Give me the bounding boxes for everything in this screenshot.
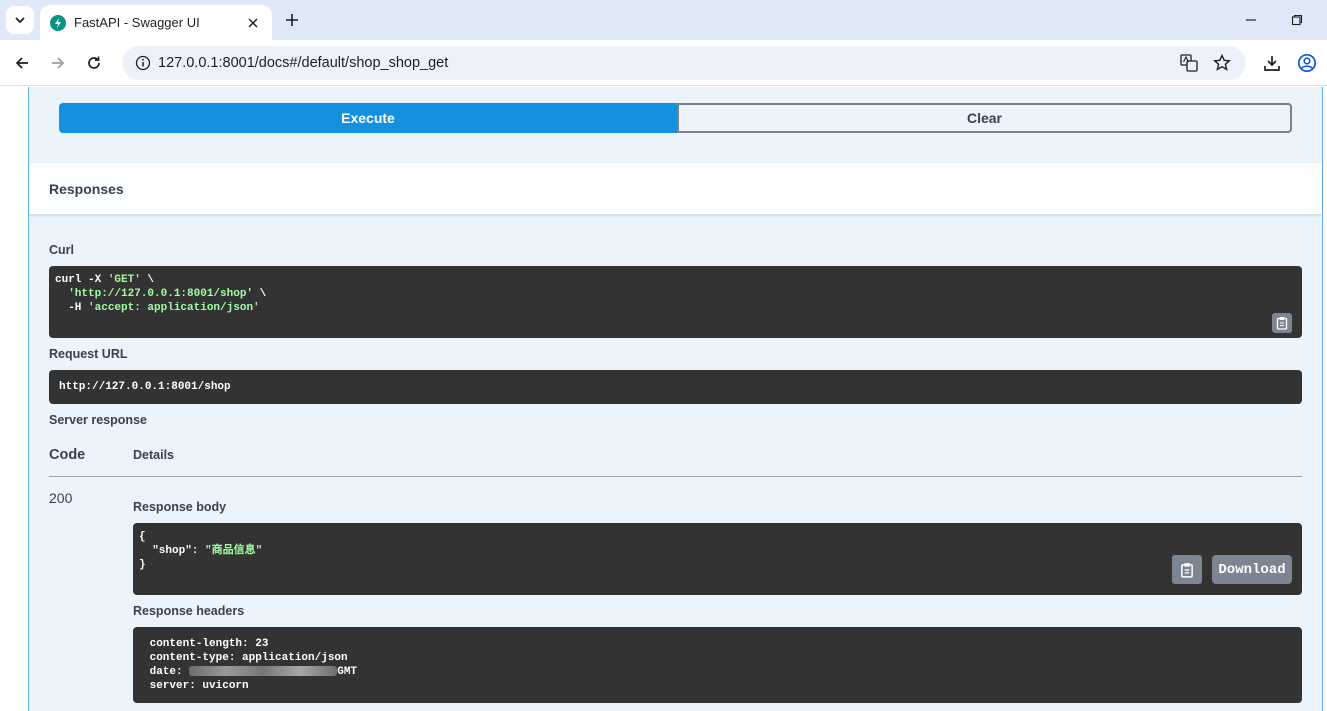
restore-icon[interactable] [1287, 10, 1307, 30]
browser-tab-bar: FastAPI - Swagger UI [0, 0, 1327, 40]
minimize-icon[interactable] [1241, 10, 1261, 30]
curl-code-block: curl -X 'GET' \ 'http://127.0.0.1:8001/s… [49, 266, 1302, 338]
forward-arrow-icon[interactable] [47, 52, 69, 74]
details-column-header: Details [133, 448, 174, 462]
request-url-block: http://127.0.0.1:8001/shop [49, 370, 1302, 404]
server-response-label: Server response [49, 413, 147, 427]
profile-avatar-icon[interactable] [1296, 52, 1318, 74]
status-code: 200 [49, 490, 73, 506]
copy-response-button[interactable] [1172, 555, 1202, 584]
response-headers-label: Response headers [133, 604, 245, 618]
browser-toolbar: 127.0.0.1:8001/docs#/default/shop_shop_g… [0, 40, 1327, 86]
address-url: 127.0.0.1:8001/docs#/default/shop_shop_g… [158, 55, 449, 71]
translate-icon[interactable] [1180, 54, 1198, 72]
curl-line: curl -X 'GET' \ [55, 274, 155, 286]
redacted-date [189, 666, 338, 677]
clipboard-icon [1181, 562, 1193, 578]
page-viewport: Execute Clear Responses Curl curl -X 'GE… [0, 87, 1327, 711]
reload-icon[interactable] [83, 52, 105, 74]
tab-title: FastAPI - Swagger UI [74, 15, 200, 30]
operation-block: Execute Clear Responses Curl curl -X 'GE… [28, 87, 1323, 711]
response-body-value: "商品信息" [205, 545, 263, 557]
code-column-header: Code [49, 447, 86, 463]
clear-button[interactable]: Clear [677, 103, 1292, 133]
download-icon[interactable] [1261, 52, 1283, 74]
tab-search-button[interactable] [6, 6, 34, 34]
browser-tab[interactable]: FastAPI - Swagger UI [40, 5, 272, 40]
response-body-block: { "shop": "商品信息" } Download [133, 523, 1302, 595]
new-tab-icon[interactable] [282, 10, 302, 30]
curl-line: -H 'accept: application/json' [55, 302, 260, 314]
header-server: server: uvicorn [143, 680, 249, 692]
clipboard-icon [1276, 317, 1288, 330]
response-headers-block: content-length: 23 content-type: applica… [133, 627, 1302, 703]
responses-title: Responses [49, 181, 124, 197]
execute-button[interactable]: Execute [59, 103, 677, 133]
chevron-down-icon [15, 17, 25, 24]
address-bar[interactable]: 127.0.0.1:8001/docs#/default/shop_shop_g… [122, 46, 1246, 80]
table-divider [49, 476, 1302, 477]
header-date: date: GMT [143, 666, 358, 678]
header-content-type: content-type: application/json [143, 652, 348, 664]
curl-line: 'http://127.0.0.1:8001/shop' \ [68, 288, 267, 300]
copy-curl-button[interactable] [1272, 313, 1292, 333]
response-body-label: Response body [133, 500, 227, 514]
request-url-value: http://127.0.0.1:8001/shop [59, 381, 231, 393]
download-button[interactable]: Download [1212, 555, 1292, 584]
responses-header: Responses [29, 163, 1322, 215]
request-url-label: Request URL [49, 347, 128, 361]
tab-close-icon[interactable] [244, 14, 262, 32]
curl-label: Curl [49, 243, 74, 257]
header-content-length: content-length: 23 [143, 638, 269, 650]
site-info-icon[interactable] [134, 54, 152, 72]
fastapi-favicon-icon [50, 14, 66, 31]
bookmark-star-icon[interactable] [1213, 54, 1231, 72]
back-arrow-icon[interactable] [11, 52, 33, 74]
